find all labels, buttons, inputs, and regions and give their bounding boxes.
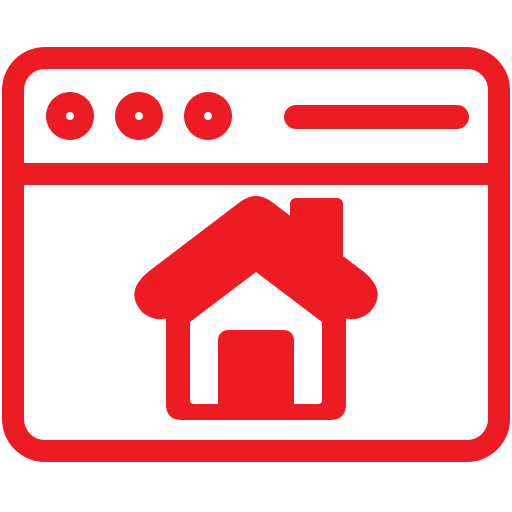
window-dot: [184, 92, 232, 140]
window-dot-inner: [66, 112, 74, 120]
door: [218, 330, 294, 414]
window-dot-inner: [204, 112, 212, 120]
window-dot-inner: [135, 112, 143, 120]
browser-home-icon: [0, 0, 512, 512]
window-dot: [46, 92, 94, 140]
home-icon: [134, 196, 378, 420]
window-dot: [115, 92, 163, 140]
window-controls: [46, 92, 232, 140]
browser-home-icon-svg: [2, 47, 510, 462]
